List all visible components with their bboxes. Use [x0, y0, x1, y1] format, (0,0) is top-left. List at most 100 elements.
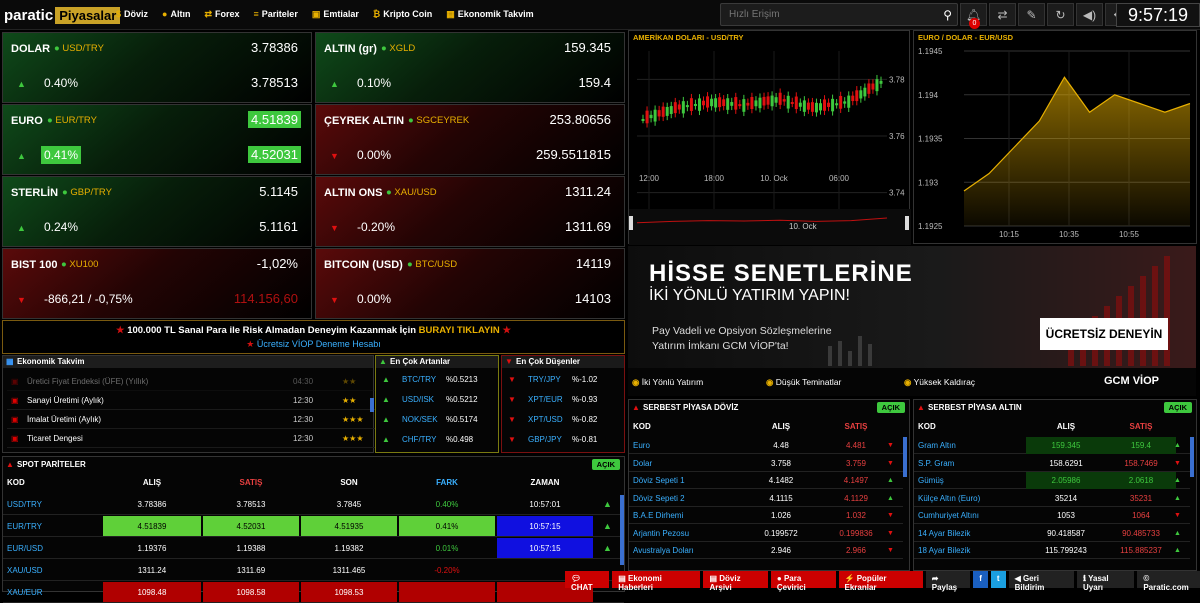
- tile-1[interactable]: ALTIN (gr) ● XGLD 159.345 159.4 0.10% ▲: [315, 32, 625, 103]
- table-row[interactable]: Döviz Sepeti 2 4.1115 4.1129 ▲: [629, 490, 903, 507]
- usdtry-chart[interactable]: AMERİKAN DOLARI - USD/TRY 3.78 3.76 3.74 12…: [628, 30, 911, 245]
- losers-item[interactable]: ▼ XPT/EUR %-0.93: [502, 390, 626, 409]
- twitter-icon[interactable]: t: [990, 571, 1006, 588]
- table-row[interactable]: 14 Ayar Bilezik 90.418587 90.485733 ▲: [914, 525, 1190, 542]
- nav-doviz[interactable]: $ Döviz: [116, 9, 148, 20]
- column-header[interactable]: KOD: [7, 473, 102, 493]
- gainers-item[interactable]: ▲ USD/ISK %0.5212: [376, 390, 500, 409]
- table-row[interactable]: Arjantin Pezosu 0.199572 0.199836 ▼: [629, 525, 903, 542]
- arrow-down-icon: ▼: [330, 295, 339, 305]
- arrow-up-icon: ▲: [1174, 529, 1181, 537]
- bell-icon[interactable]: 🔔︎ 0: [960, 3, 987, 29]
- gainers-item[interactable]: ▲ BTC/TRY %0.5213: [376, 370, 500, 389]
- footer-converter[interactable]: ● Para Çevirici: [770, 571, 836, 592]
- column-header[interactable]: ZAMAN: [497, 473, 593, 493]
- table-row[interactable]: Gümüş 2.05986 2.0618 ▲: [914, 472, 1190, 489]
- tile-4[interactable]: STERLİN ● GBP/TRY 5.1145 5.1161 0.24% ▲: [2, 176, 312, 247]
- promo-line2[interactable]: ★ Ücretsiz VİOP Deneme Hesabı: [3, 339, 624, 350]
- table-row[interactable]: EUR/TRY 4.51839 4.52031 4.51935 0.41% 10:57:1…: [3, 516, 624, 537]
- table-row[interactable]: Külçe Altın (Euro) 35214 35231 ▲: [914, 490, 1190, 507]
- scrollbar[interactable]: [903, 437, 907, 477]
- footer-news[interactable]: ▤ Ekonomi Haberleri: [612, 571, 701, 592]
- volume-icon[interactable]: ◀): [1076, 3, 1103, 26]
- column-header[interactable]: ALIŞ: [103, 473, 201, 493]
- footer-chat[interactable]: 💬︎ CHAT: [565, 571, 610, 592]
- doviz-open-toggle[interactable]: AÇIK: [876, 402, 905, 413]
- column-header[interactable]: SATIŞ: [821, 417, 891, 437]
- column-header[interactable]: ALIŞ: [741, 417, 821, 437]
- eurusd-chart[interactable]: EURO / DOLAR - EUR/USD 1.1945 1.194 1.1935…: [913, 30, 1197, 244]
- losers-item[interactable]: ▼ GBP/JPY %-0.81: [502, 430, 626, 449]
- calendar-event[interactable]: ▣ Ticaret Dengesi 12:30 ★★★: [7, 429, 375, 448]
- nav-altin[interactable]: ● Altın: [162, 9, 190, 20]
- footer-site[interactable]: © Paratic.com: [1137, 571, 1200, 592]
- footer-feedback[interactable]: ◀ Geri Bildirim: [1008, 571, 1075, 592]
- ad-cta-button[interactable]: ÜCRETSİZ DENEYİN: [1040, 318, 1168, 350]
- losers-item[interactable]: ▼ TRY/JPY %-1.02: [502, 370, 626, 389]
- table-row[interactable]: XAU/USD 1311.24 1311.69 1311.465 -0.20%: [3, 560, 624, 581]
- candle: [831, 98, 835, 112]
- tile-6[interactable]: BIST 100 ● XU100 -1,02% 114.156,60 -866,21 /…: [2, 248, 312, 319]
- search-input[interactable]: [721, 4, 931, 25]
- gainers-item[interactable]: ▲ CHF/TRY %0.498: [376, 430, 500, 449]
- column-header[interactable]: SATIŞ: [1106, 417, 1176, 437]
- tile-0[interactable]: DOLAR ● USD/TRY 3.78386 3.78513 0.40% ▲: [2, 32, 312, 103]
- ad-feature-bar: ◉ İki Yönlü Yatırım ◉ Düşük Teminatlar ◉…: [628, 368, 1196, 396]
- table-row[interactable]: Cumhuriyet Altını 1053 1064 ▼: [914, 507, 1190, 524]
- table-row[interactable]: 18 Ayar Bilezik 115.799243 115.885237 ▲: [914, 542, 1190, 559]
- losers-item[interactable]: ▼ XPT/USD %-0.82: [502, 410, 626, 429]
- nav-forex[interactable]: ⇄ Forex: [204, 9, 239, 20]
- scrollbar[interactable]: [370, 398, 374, 412]
- table-row[interactable]: Gram Altın 159.345 159.4 ▲: [914, 437, 1190, 454]
- nav-pariteler[interactable]: ≡ Pariteler: [254, 9, 298, 20]
- table-row[interactable]: Euro 4.48 4.481 ▼: [629, 437, 903, 454]
- footer-archive[interactable]: ▤ Döviz Arşivi: [703, 571, 768, 592]
- item-change: %0.498: [446, 435, 474, 444]
- table-row[interactable]: Döviz Sepeti 1 4.1482 4.1497 ▲: [629, 472, 903, 489]
- column-header[interactable]: SATIŞ: [203, 473, 299, 493]
- promo-link[interactable]: BURAYI TIKLAYIN: [419, 325, 500, 336]
- column-header[interactable]: KOD: [633, 417, 743, 437]
- promo-banner[interactable]: ★ 100.000 TL Sanal Para ile Risk Almadan…: [2, 320, 625, 354]
- footer-share[interactable]: ➦ Paylaş: [925, 571, 971, 592]
- column-header[interactable]: SON: [301, 473, 397, 493]
- table-row[interactable]: Avustralya Doları 2.946 2.966 ▼: [629, 542, 903, 559]
- tile-3[interactable]: ÇEYREK ALTIN ● SGCEYREK 253.80656 259.55118…: [315, 104, 625, 175]
- nav-takvim[interactable]: ▦ Ekonomik Takvim: [446, 9, 533, 20]
- table-row[interactable]: B.A.E Dirhemi 1.026 1.032 ▼: [629, 507, 903, 524]
- calendar-event[interactable]: ▣ Sanayi Üretimi (Aylık) 12:30 ★★: [7, 391, 375, 410]
- calendar-event[interactable]: ▣ İmalat Üretimi (Aylık) 12:30 ★★★: [7, 410, 375, 429]
- tile-change: 0.10%: [357, 76, 392, 90]
- column-header[interactable]: ALIŞ: [1026, 417, 1106, 437]
- pencil-icon[interactable]: ✎: [1018, 3, 1045, 26]
- gcm-viop-ad[interactable]: HİSSE SENETLERİNE İKİ YÖNLÜ YATIRIM YAPI…: [628, 246, 1196, 396]
- facebook-icon[interactable]: f: [973, 571, 988, 588]
- footer-popular[interactable]: ⚡ Popüler Ekranlar: [838, 571, 923, 592]
- search-icon[interactable]: ⚲: [943, 8, 952, 22]
- refresh-icon[interactable]: ↻: [1047, 3, 1074, 26]
- gainers-item[interactable]: ▲ NOK/SEK %0.5174: [376, 410, 500, 429]
- tile-7[interactable]: BITCOIN (USD) ● BTC/USD 14119 14103 0.00% ▼: [315, 248, 625, 319]
- spot-open-toggle[interactable]: AÇIK: [591, 459, 620, 470]
- table-row[interactable]: S.P. Gram 158.6291 158.7469 ▼: [914, 455, 1190, 472]
- column-header[interactable]: FARK: [399, 473, 495, 493]
- table-row[interactable]: EUR/USD 1.19376 1.19388 1.19382 0.01% 10:57:1…: [3, 538, 624, 559]
- table-row[interactable]: XAU/EUR 1098.48 1098.58 1098.53: [3, 582, 624, 603]
- altin-open-toggle[interactable]: AÇIK: [1163, 402, 1192, 413]
- calendar-event[interactable]: ▣ Üretici Fiyat Endeksi (ÜFE) (Yıllık) 04:…: [7, 372, 375, 391]
- arrow-down-icon: ▼: [330, 223, 339, 233]
- logo[interactable]: paratic Piyasalar: [4, 5, 121, 25]
- cell-kod: XAU/EUR: [7, 588, 43, 597]
- tile-change: 0.41%: [41, 146, 82, 164]
- scrollbar[interactable]: [620, 495, 624, 565]
- tile-5[interactable]: ALTIN ONS ● XAU/USD 1311.24 1311.69 -0.20% ▼: [315, 176, 625, 247]
- nav-emtialar[interactable]: ▣ Emtialar: [312, 9, 359, 20]
- tile-2[interactable]: EURO ● EUR/TRY 4.51839 4.52031 0.41% ▲: [2, 104, 312, 175]
- table-row[interactable]: Dolar 3.758 3.759 ▼: [629, 455, 903, 472]
- footer-legal[interactable]: ℹ Yasal Uyarı: [1077, 571, 1135, 592]
- scrollbar[interactable]: [1190, 437, 1194, 477]
- nav-kripto[interactable]: ₿ Kripto Coin: [373, 9, 432, 20]
- table-row[interactable]: USD/TRY 3.78386 3.78513 3.7845 0.40% 10:57:01…: [3, 494, 624, 515]
- swap-icon[interactable]: ⇄: [989, 3, 1016, 26]
- column-header[interactable]: KOD: [918, 417, 1028, 437]
